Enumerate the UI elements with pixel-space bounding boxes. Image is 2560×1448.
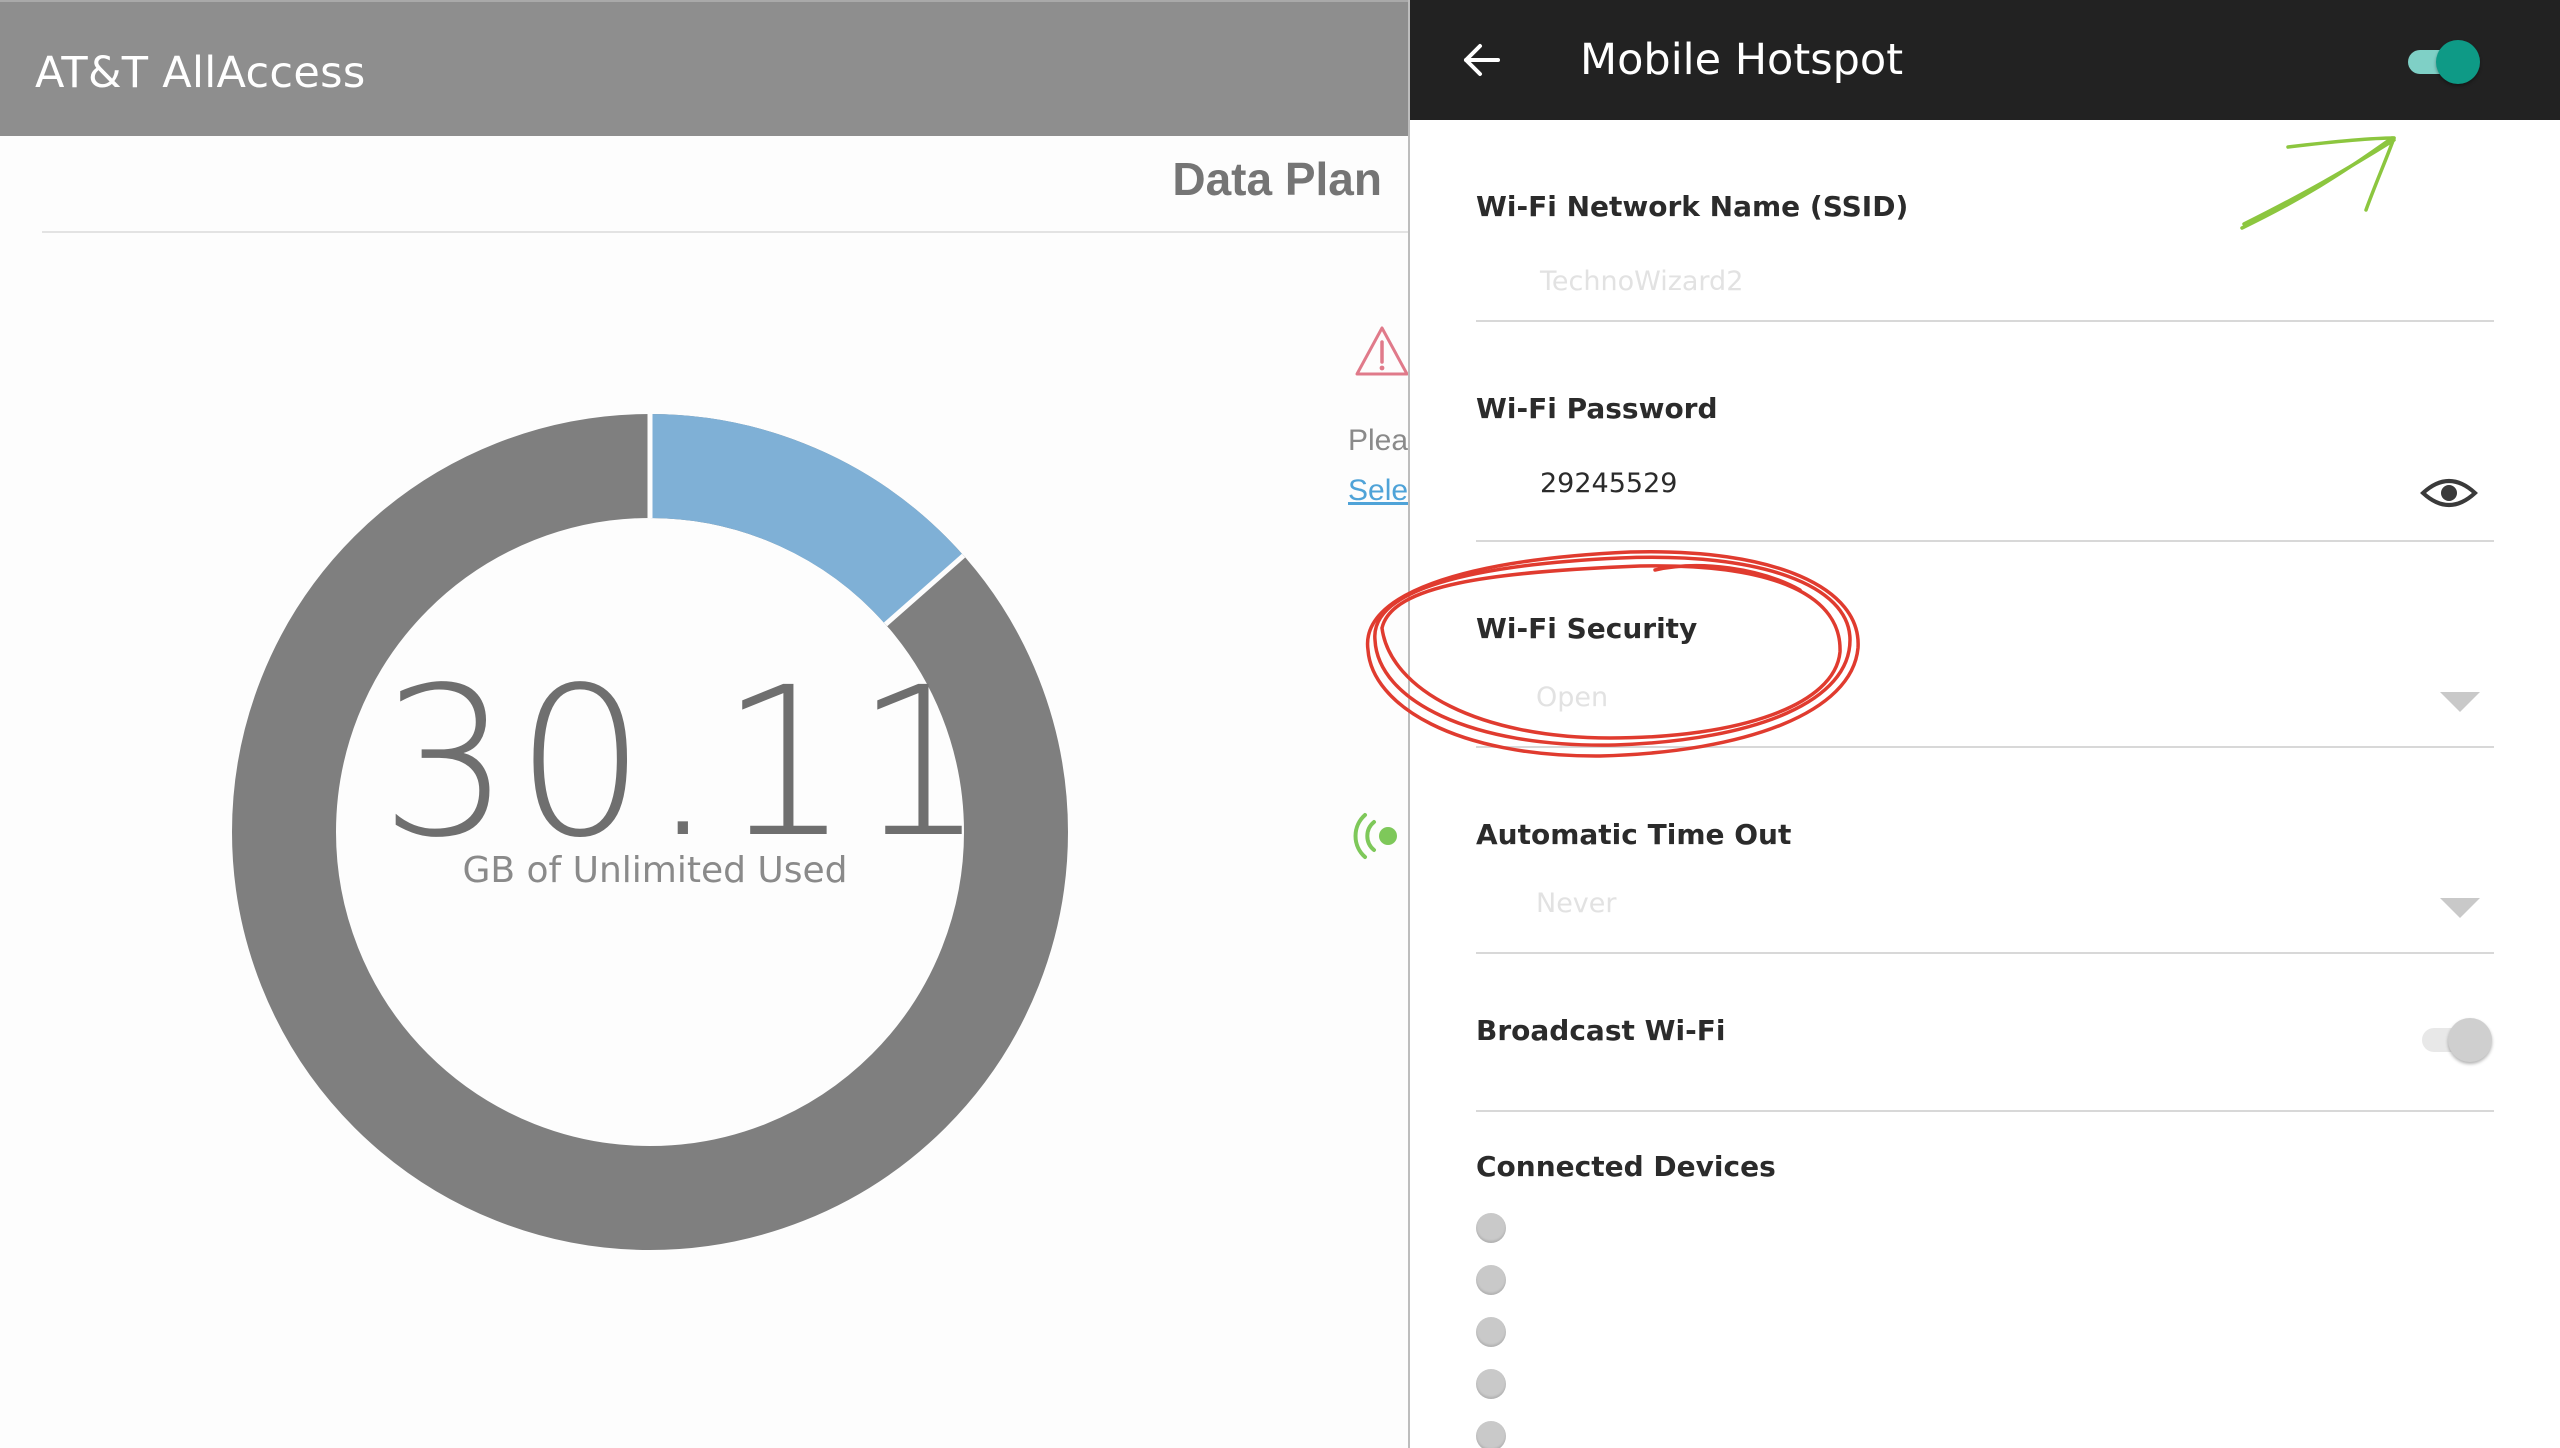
ssid-input[interactable]: TechnoWizard2 bbox=[1540, 266, 1743, 297]
data-plan-app: AT&T AllAccess Data Plan 30.11 GB of Unl… bbox=[0, 0, 1409, 1448]
data-plan-heading: Data Plan bbox=[1172, 153, 1382, 205]
device-indicator[interactable] bbox=[1476, 1369, 1506, 1399]
device-indicator[interactable] bbox=[1476, 1265, 1506, 1295]
warning-icon bbox=[1355, 326, 1409, 376]
password-label: Wi-Fi Password bbox=[1476, 392, 1718, 425]
timeout-underline bbox=[1476, 952, 2494, 954]
data-used-label: GB of Unlimited Used bbox=[462, 850, 848, 891]
password-input[interactable]: 29245529 bbox=[1540, 468, 1677, 499]
toggle-thumb bbox=[2448, 1018, 2492, 1062]
device-indicator[interactable] bbox=[1476, 1421, 1506, 1448]
show-password-eye-icon[interactable] bbox=[2420, 473, 2478, 513]
password-underline bbox=[1476, 540, 2494, 542]
device-indicator[interactable] bbox=[1476, 1213, 1506, 1243]
chevron-down-icon[interactable] bbox=[2438, 896, 2482, 920]
device-indicator[interactable] bbox=[1476, 1317, 1506, 1347]
panel-header: Mobile Hotspot bbox=[1410, 0, 2560, 120]
hotspot-broadcast-icon[interactable] bbox=[1352, 812, 1409, 860]
app-bar: AT&T AllAccess bbox=[0, 0, 1409, 136]
hotspot-enable-toggle[interactable] bbox=[2400, 40, 2480, 84]
select-plan-link[interactable]: Sele bbox=[1348, 474, 1408, 508]
ssid-underline bbox=[1476, 320, 2494, 322]
plan-notice-text: Plea bbox=[1348, 424, 1409, 457]
app-title: AT&T AllAccess bbox=[35, 48, 366, 98]
broadcast-label: Broadcast Wi-Fi bbox=[1476, 1014, 1726, 1047]
broadcast-underline bbox=[1476, 1110, 2494, 1112]
ssid-label: Wi-Fi Network Name (SSID) bbox=[1476, 190, 1909, 223]
broadcast-wifi-toggle[interactable] bbox=[2418, 1016, 2494, 1064]
chevron-down-icon[interactable] bbox=[2438, 690, 2482, 714]
data-used-value: 30.11 bbox=[380, 643, 990, 883]
timeout-label: Automatic Time Out bbox=[1476, 818, 1792, 851]
security-label: Wi-Fi Security bbox=[1476, 612, 1698, 645]
toggle-thumb bbox=[2436, 40, 2480, 84]
panel-title: Mobile Hotspot bbox=[1580, 35, 1904, 85]
security-underline bbox=[1476, 746, 2494, 748]
connected-devices-label: Connected Devices bbox=[1476, 1150, 1776, 1183]
mobile-hotspot-panel: Mobile Hotspot Wi-Fi Network Name (SSID)… bbox=[1408, 0, 2560, 1448]
used-ring-segment bbox=[649, 414, 964, 625]
back-arrow-icon[interactable] bbox=[1458, 36, 1506, 84]
timeout-dropdown[interactable]: Never bbox=[1536, 888, 1617, 919]
section-divider bbox=[42, 231, 1409, 233]
security-dropdown[interactable]: Open bbox=[1536, 682, 1608, 713]
